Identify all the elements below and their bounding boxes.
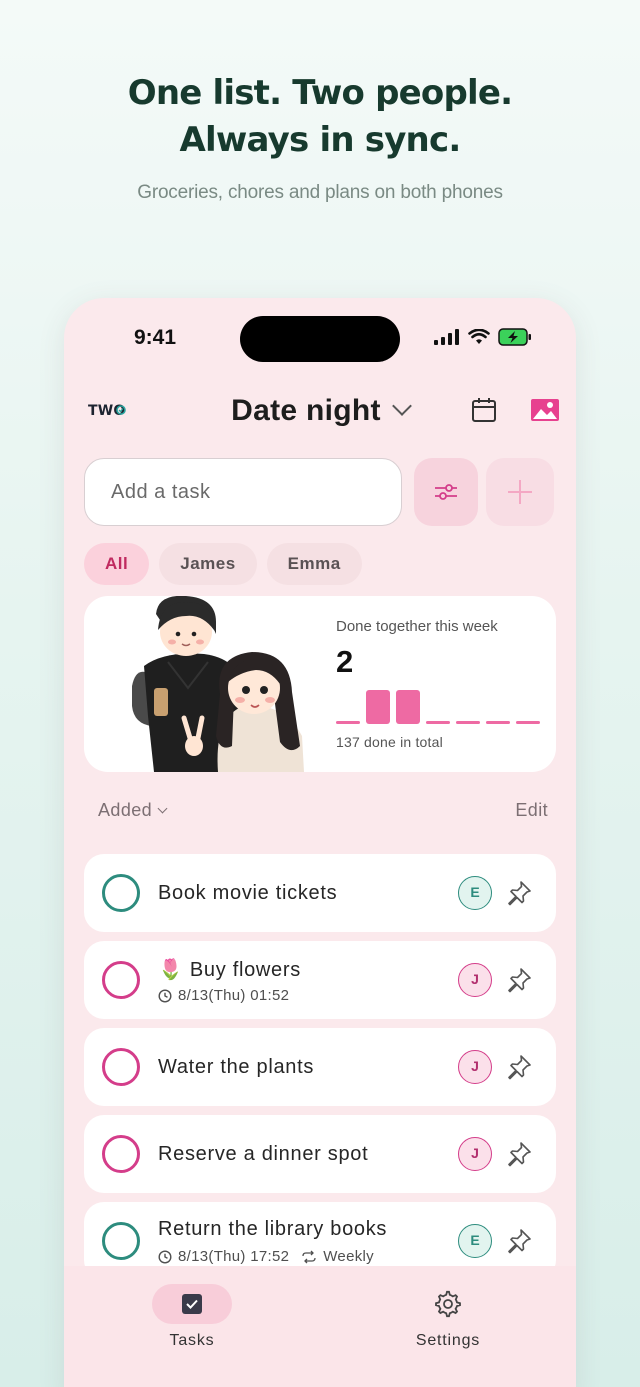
task-title: Reserve a dinner spot — [158, 1143, 368, 1166]
task-item[interactable]: 🌷 Buy flowers 8/13(Thu) 01:52 J — [84, 941, 556, 1019]
stats-label: Done together this week — [336, 618, 498, 635]
task-item[interactable]: Reserve a dinner spot J — [84, 1115, 556, 1193]
add-task-button[interactable] — [486, 458, 554, 526]
tab-settings[interactable]: Settings — [388, 1284, 508, 1350]
assignee-avatar: J — [458, 1050, 492, 1084]
calendar-icon[interactable] — [470, 396, 498, 424]
pin-icon[interactable] — [506, 1141, 532, 1167]
tab-tasks[interactable]: Tasks — [132, 1284, 252, 1350]
task-checkbox[interactable] — [102, 961, 140, 999]
task-item[interactable]: Book movie tickets E — [84, 854, 556, 932]
chevron-down-icon[interactable] — [157, 803, 168, 814]
tab-settings-label[interactable]: Settings — [388, 1332, 508, 1350]
task-name: Book movie tickets — [158, 882, 338, 904]
task-meta: 8/13(Thu) 17:52 Weekly — [158, 1248, 374, 1265]
task-title: Book movie tickets — [158, 882, 337, 905]
task-title: Return the library books — [158, 1218, 387, 1241]
check-box-icon — [182, 1294, 202, 1314]
week-bar-chart — [336, 688, 540, 724]
assignee-avatar: J — [458, 963, 492, 997]
battery-charging-icon — [498, 328, 531, 346]
status-bar: 9:41 — [64, 298, 576, 378]
assignee-avatar: E — [458, 876, 492, 910]
edit-button[interactable]: Edit — [515, 800, 548, 821]
hero-section: One list. Two people. Always in sync. Gr… — [0, 70, 640, 204]
week-bar — [426, 721, 450, 724]
stats-count: 2 — [336, 644, 354, 679]
phone-frame: 9:41 TWO Date night Add a task All James… — [64, 298, 576, 1387]
chevron-down-icon[interactable] — [391, 396, 412, 416]
tab-bar: Tasks Settings — [64, 1266, 576, 1387]
wifi-icon — [468, 329, 490, 344]
filter-chips: All James Emma — [84, 543, 362, 585]
task-name: Reserve a dinner spot — [158, 1143, 369, 1165]
add-task-row: Add a task — [84, 458, 556, 528]
pin-icon[interactable] — [506, 880, 532, 906]
task-due: 8/13(Thu) 17:52 — [178, 1248, 290, 1265]
hero-subtitle: Groceries, chores and plans on both phon… — [137, 182, 503, 203]
sort-dropdown[interactable]: Added — [98, 800, 168, 821]
task-checkbox[interactable] — [102, 1048, 140, 1086]
gear-icon — [435, 1290, 461, 1318]
clock-icon — [158, 1249, 172, 1264]
task-checkbox[interactable] — [102, 1135, 140, 1173]
hero-title-line-2: Always in sync. — [179, 120, 462, 160]
assignee-avatar: E — [458, 1224, 492, 1258]
hero-title: One list. Two people. Always in sync. — [0, 70, 640, 164]
week-bar — [516, 721, 540, 724]
task-repeat: Weekly — [323, 1248, 374, 1265]
task-meta: 8/13(Thu) 01:52 — [158, 987, 289, 1004]
repeat-icon — [302, 1250, 316, 1263]
chip-emma[interactable]: Emma — [266, 543, 362, 585]
tab-tasks-pill[interactable] — [152, 1284, 232, 1324]
pin-icon[interactable] — [506, 1228, 532, 1254]
plus-icon — [508, 480, 532, 504]
tab-settings-pill[interactable] — [408, 1284, 488, 1324]
week-bar — [486, 721, 510, 724]
image-icon[interactable] — [530, 396, 560, 424]
clock-icon — [158, 988, 172, 1003]
task-due: 8/13(Thu) 01:52 — [178, 987, 290, 1004]
signal-icon — [434, 329, 459, 345]
sort-row: Added Edit — [64, 800, 576, 824]
couple-illustration — [132, 596, 304, 772]
status-time: 9:41 — [134, 326, 177, 349]
app-bar: TWO Date night — [64, 390, 576, 438]
dynamic-island — [240, 316, 400, 362]
sort-label[interactable]: Added — [98, 800, 152, 820]
chip-all[interactable]: All — [84, 543, 150, 585]
stats-card: Done together this week 2 137 done in to… — [84, 596, 556, 772]
list-title[interactable]: Date night — [231, 394, 381, 427]
stats-total: 137 done in total — [336, 734, 443, 750]
sliders-icon — [435, 484, 457, 500]
task-title: Water the plants — [158, 1056, 314, 1079]
add-task-input[interactable]: Add a task — [84, 458, 402, 526]
status-icons — [434, 328, 532, 346]
week-bar — [366, 690, 390, 724]
task-name: Buy flowers — [189, 959, 301, 981]
task-name: Water the plants — [158, 1056, 315, 1078]
pin-icon[interactable] — [506, 967, 532, 993]
week-bar — [396, 690, 420, 724]
week-bar — [456, 721, 480, 724]
assignee-avatar: J — [458, 1137, 492, 1171]
task-checkbox[interactable] — [102, 1222, 140, 1260]
list-title-selector[interactable]: Date night — [64, 394, 576, 428]
tab-tasks-label[interactable]: Tasks — [132, 1332, 252, 1350]
task-name: Return the library books — [158, 1218, 388, 1240]
filter-button[interactable] — [414, 458, 478, 526]
chip-james[interactable]: James — [159, 543, 257, 585]
task-checkbox[interactable] — [102, 874, 140, 912]
hero-title-line-1: One list. Two people. — [127, 73, 513, 113]
pin-icon[interactable] — [506, 1054, 532, 1080]
week-bar — [336, 721, 360, 724]
task-title: 🌷 Buy flowers — [158, 957, 301, 982]
task-list: Book movie tickets E 🌷 Buy flowers 8/13(Thu… — [84, 854, 556, 1289]
task-item[interactable]: Water the plants J — [84, 1028, 556, 1106]
task-emoji: 🌷 — [158, 959, 184, 981]
